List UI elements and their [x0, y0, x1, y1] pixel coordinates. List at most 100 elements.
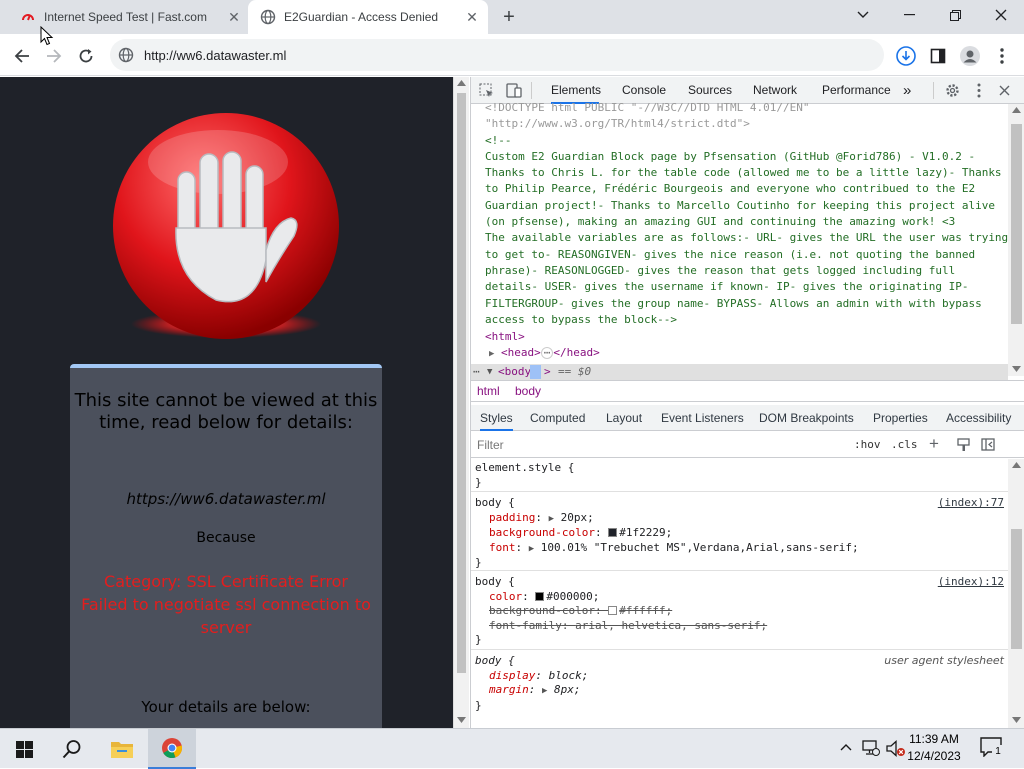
scroll-up-icon[interactable] [457, 80, 466, 86]
tab-title: E2Guardian - Access Denied [284, 10, 439, 24]
collapsed-ellipsis[interactable]: ⋯ [540, 347, 554, 359]
comment-line: Custom E2 Guardian Block page by Pfsensa… [485, 150, 976, 163]
color-swatch[interactable] [608, 606, 618, 615]
ellipsis-icon[interactable]: ⋯ [473, 364, 480, 380]
scroll-up-icon[interactable] [1012, 107, 1021, 113]
hov-toggle[interactable]: :hov [854, 438, 881, 451]
rule-source-link[interactable]: (index):12 [938, 575, 1004, 590]
rule-selector[interactable]: body { [475, 575, 1008, 590]
comment-line: details- USER- gives the username if kno… [485, 280, 969, 293]
comment-line: FILTERGROUP- gives the group name- BYPAS… [485, 297, 982, 310]
tray-chevron-up-icon[interactable] [840, 743, 852, 751]
decl-background-color[interactable]: background-color: #1f2229; [475, 526, 1008, 541]
scroll-down-icon[interactable] [457, 717, 466, 723]
side-panel-icon[interactable] [924, 42, 952, 70]
decl-font[interactable]: font: ▶ 100.01% "Trebuchet MS",Verdana,A… [475, 541, 1008, 557]
profile-avatar-icon[interactable] [956, 42, 984, 70]
scrollbar-thumb[interactable] [457, 93, 466, 673]
restore-icon[interactable] [932, 0, 978, 30]
decl-color[interactable]: color: #000000; [475, 590, 1008, 605]
rule-close: } [475, 475, 482, 489]
scrollbar-thumb[interactable] [1011, 124, 1022, 324]
close-window-icon[interactable] [978, 0, 1024, 30]
tab-properties[interactable]: Properties [873, 405, 928, 431]
tab-computed[interactable]: Computed [530, 405, 585, 431]
scroll-down-icon[interactable] [1012, 366, 1021, 372]
reload-icon[interactable] [72, 42, 100, 70]
stop-hand-icon [113, 113, 339, 339]
page-scrollbar[interactable] [453, 77, 469, 728]
comment-line: to Philip Pearce, Frédéric Bourgeois and… [485, 182, 976, 195]
decl-background-color-overridden[interactable]: background-color: #ffffff; [475, 604, 1008, 619]
color-swatch[interactable] [535, 591, 545, 601]
crumb-body[interactable]: body [515, 384, 541, 398]
url-text: http://ww6.datawaster.ml [144, 47, 287, 63]
rule-source-link[interactable]: (index):77 [938, 496, 1004, 511]
inspect-element-icon[interactable] [479, 83, 494, 98]
tab-e2guardian[interactable]: E2Guardian - Access Denied ✕ [248, 0, 488, 34]
tab-dom-breakpoints[interactable]: DOM Breakpoints [759, 405, 854, 431]
new-tab-plus-icon[interactable]: + [498, 6, 520, 28]
styles-scrollbar[interactable] [1008, 459, 1024, 728]
toggle-sidebar-icon[interactable] [981, 438, 995, 451]
windows-start-icon[interactable] [0, 729, 48, 769]
head-close-tag: </head> [553, 346, 600, 359]
filter-input[interactable]: Filter [477, 438, 504, 452]
tab-search-chevron-down-icon[interactable] [840, 0, 886, 30]
tab-accessibility[interactable]: Accessibility [946, 405, 1011, 431]
head-node[interactable]: ▶ <head> ⋯ </head> [489, 345, 600, 362]
rule-selector[interactable]: body { [475, 496, 1008, 511]
rule-close: } [475, 556, 482, 569]
system-clock[interactable]: 11:39 AM 12/4/2023 [894, 731, 974, 767]
decl-padding[interactable]: padding: ▶ 20px; [475, 511, 1008, 527]
paint-brush-icon[interactable] [957, 438, 970, 452]
chrome-taskbar-icon[interactable] [148, 729, 196, 769]
windows-taskbar: 11:39 AM 12/4/2023 1 [0, 728, 1024, 769]
color-swatch[interactable] [608, 528, 618, 537]
address-bar[interactable]: http://ww6.datawaster.ml [110, 39, 884, 71]
devtools-panel: Elements Console Sources Network Perform… [470, 77, 1024, 728]
close-devtools-icon[interactable] [999, 85, 1010, 96]
download-icon[interactable] [892, 42, 920, 70]
rule-selector[interactable]: element.style { [475, 461, 1008, 476]
decl-margin: margin: ▶ 8px; [489, 683, 581, 696]
browser-toolbar: http://ww6.datawaster.ml [0, 34, 1024, 76]
tab-performance[interactable]: Performance [822, 77, 891, 104]
dom-scrollbar[interactable] [1008, 104, 1024, 376]
network-icon[interactable] [862, 740, 880, 756]
tab-styles[interactable]: Styles [480, 405, 513, 431]
back-arrow-icon[interactable] [8, 42, 36, 70]
notification-center-icon[interactable]: 1 [980, 737, 1006, 761]
scroll-up-icon[interactable] [1012, 462, 1021, 468]
more-menu-icon[interactable] [988, 42, 1016, 70]
device-toolbar-icon[interactable] [506, 83, 522, 98]
minimize-icon[interactable] [886, 0, 932, 30]
decl-font-family-overridden[interactable]: font-family: arial, helvetica, sans-seri… [475, 619, 1008, 634]
close-tab-icon[interactable]: ✕ [464, 9, 480, 26]
tab-event-listeners[interactable]: Event Listeners [661, 405, 744, 431]
crumb-html[interactable]: html [477, 384, 500, 398]
new-style-rule-plus-icon[interactable]: + [929, 434, 939, 454]
devtools-menu-icon[interactable] [977, 83, 981, 98]
more-tabs-icon[interactable]: » [903, 77, 911, 104]
block-page: This site cannot be viewed at this time,… [0, 77, 453, 728]
cls-toggle[interactable]: .cls [891, 438, 918, 451]
body-tag: <body [498, 365, 532, 378]
styles-tabbar: Styles Computed Layout Event Listeners D… [471, 405, 1024, 431]
expand-arrow-icon[interactable]: ▶ [489, 349, 494, 359]
forward-arrow-icon[interactable] [40, 42, 68, 70]
html-tag[interactable]: <html> [485, 329, 525, 345]
scrollbar-thumb[interactable] [1011, 529, 1022, 649]
block-reason: Category: SSL Certificate Error Failed t… [72, 570, 380, 639]
search-icon[interactable] [48, 729, 96, 769]
because-label: Because [196, 530, 256, 546]
tab-layout[interactable]: Layout [606, 405, 642, 431]
close-tab-icon[interactable]: ✕ [226, 9, 242, 26]
scroll-down-icon[interactable] [1012, 717, 1021, 723]
file-explorer-icon[interactable] [98, 729, 146, 769]
rule-source: user agent stylesheet [884, 654, 1004, 667]
selected-body-node[interactable]: ⋯ ▼ <body > == $0 [471, 364, 1008, 380]
settings-gear-icon[interactable] [945, 83, 960, 98]
doctype-line: "http://www.w3.org/TR/html4/strict.dtd"> [485, 117, 750, 130]
expand-arrow-icon[interactable]: ▼ [487, 364, 492, 380]
